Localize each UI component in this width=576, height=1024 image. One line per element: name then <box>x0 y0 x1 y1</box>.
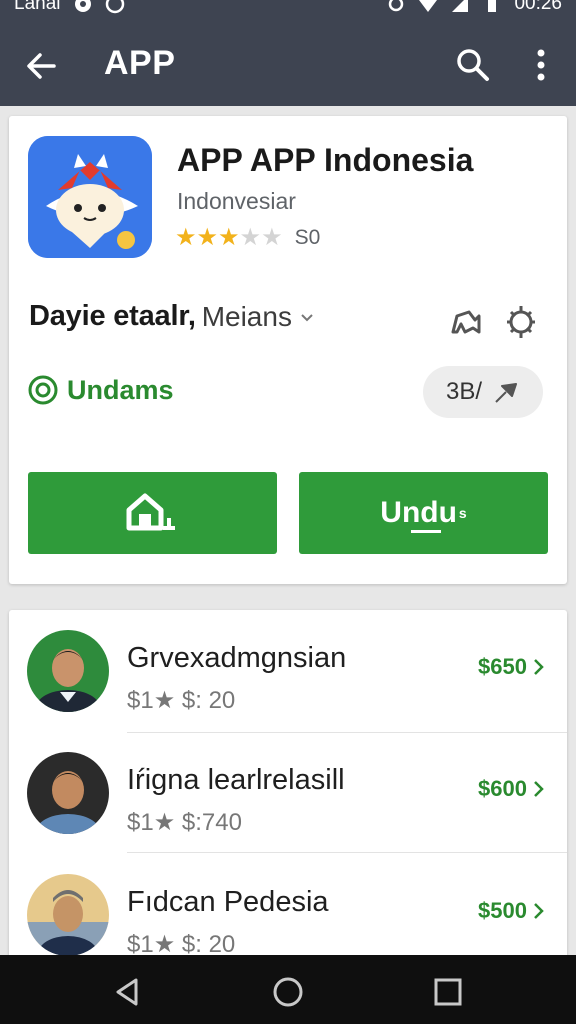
list-item-title: Grvexadmgnsian <box>127 642 347 674</box>
alarm-icon <box>389 0 404 12</box>
developer-row[interactable]: Dayie etaalr, Meians <box>29 300 314 333</box>
install-status-label: Undams <box>67 374 174 405</box>
category-label: Meians <box>201 300 292 332</box>
button-underline <box>411 530 441 533</box>
notification-icon <box>74 0 91 12</box>
chevron-down-icon <box>301 313 313 321</box>
back-arrow-icon[interactable] <box>22 46 62 86</box>
gear-icon[interactable] <box>503 302 539 342</box>
wifi-icon <box>419 0 438 12</box>
list-item-price[interactable]: $650 <box>478 654 545 680</box>
star-icon: ★ <box>175 224 197 251</box>
list-item[interactable]: Grvexadmgnsian $1★ $: 20 $650 <box>9 610 567 733</box>
nav-home-icon[interactable] <box>270 974 306 1010</box>
system-nav-bar <box>0 955 576 1024</box>
avatar <box>27 752 109 834</box>
star-icon: ★ <box>218 224 240 251</box>
app-toolbar: APP <box>0 26 576 106</box>
list-item-title: Fıdcan Pedesia <box>127 886 329 918</box>
rating-row: ★ ★ ★ ★ ★ S0 <box>175 226 320 250</box>
pin-icon <box>495 383 518 403</box>
list-item[interactable]: Iŕigna learlrelasill $1★ $:740 $600 <box>9 732 567 853</box>
star-empty-icon: ★ <box>261 224 283 251</box>
chevron-right-icon <box>534 903 544 919</box>
rating-count: S0 <box>294 226 321 249</box>
chevron-right-icon <box>534 659 544 675</box>
related-list-card: Grvexadmgnsian $1★ $: 20 $650 Iŕigna lea… <box>9 610 567 970</box>
star-empty-icon: ★ <box>239 224 262 251</box>
carrier-label: Lanai <box>14 0 61 14</box>
download-house-icon <box>126 493 175 531</box>
chevron-right-icon <box>534 781 544 797</box>
list-item-price[interactable]: $600 <box>478 776 545 802</box>
list-item-subtitle: $1★ $:740 <box>127 809 242 836</box>
developer-name: Dayie etaalr, <box>29 300 196 332</box>
app-subtitle: Indonvesiar <box>177 188 296 214</box>
install-button[interactable] <box>28 472 277 554</box>
download-button[interactable]: Undu s <box>299 472 548 554</box>
check-circle-icon <box>28 375 58 405</box>
signal-icon <box>452 0 469 12</box>
install-status: Undams <box>27 374 174 406</box>
app-detail-card: APP APP Indonesia Indonvesiar ★ ★ ★ ★ ★ … <box>9 116 567 584</box>
share-icon[interactable] <box>445 302 485 342</box>
time-label: 00:26 <box>514 0 562 14</box>
avatar <box>27 630 109 712</box>
battery-icon <box>488 0 497 12</box>
download-button-label: Undu <box>380 496 457 529</box>
list-item-subtitle: $1★ $: 20 <box>127 687 236 714</box>
status-bar: Lanai 00:26 <box>0 0 576 26</box>
app-icon-mascot <box>28 136 152 258</box>
toolbar-title: APP <box>104 44 176 82</box>
more-vert-icon[interactable] <box>524 44 558 86</box>
nav-back-icon[interactable] <box>110 974 146 1010</box>
avatar <box>27 874 109 956</box>
list-item-price[interactable]: $500 <box>478 898 545 924</box>
app-icon <box>28 136 152 258</box>
nav-recents-icon[interactable] <box>430 974 466 1010</box>
clock-icon <box>105 0 124 14</box>
size-chip[interactable]: 3B/ <box>423 366 543 418</box>
star-icon: ★ <box>196 224 219 251</box>
list-item-title: Iŕigna learlrelasill <box>127 764 345 796</box>
size-label: 3B/ <box>445 378 483 405</box>
search-icon[interactable] <box>452 44 494 86</box>
app-title: APP APP Indonesia <box>177 142 474 178</box>
